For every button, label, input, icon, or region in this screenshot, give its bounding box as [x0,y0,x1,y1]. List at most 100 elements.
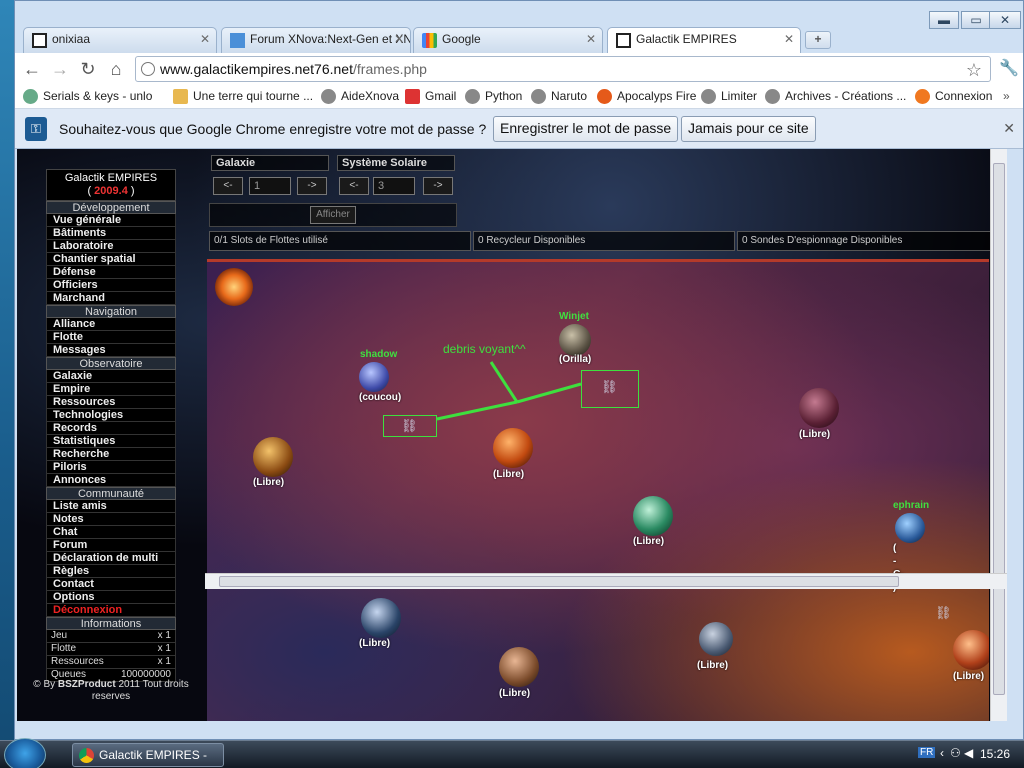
menu-item[interactable]: Messages [46,344,176,357]
planet-label[interactable]: (Libre) [697,660,728,671]
never-save-button[interactable]: Jamais pour ce site [681,116,816,142]
taskbar-window-button[interactable]: Galactik EMPIRES - Go... [72,743,224,767]
bookmark-item[interactable]: AideXnova [321,89,399,104]
debris-field-icon[interactable]: ⛓ [935,605,952,621]
planet[interactable] [699,622,733,656]
vertical-scrollbar[interactable] [990,149,1007,721]
close-icon[interactable]: ✕ [586,32,596,46]
bookmark-item[interactable]: Serials & keys - unlo [23,89,152,104]
menu-item[interactable]: Alliance [46,318,176,331]
menu-item[interactable]: Forum [46,539,176,552]
horizontal-scrollbar[interactable] [205,573,1007,589]
planet-label[interactable]: (Orilla) [559,354,591,365]
minimize-button[interactable]: ▬ [929,11,959,29]
planet-owner[interactable]: Winjet [559,311,589,322]
address-bar[interactable]: www.galactikempires.net76.net/frames.php… [135,56,991,82]
bookmark-item[interactable]: Limiter [701,89,757,104]
close-icon[interactable]: ✕ [784,32,794,46]
planet-label[interactable]: (Libre) [633,536,664,547]
menu-item[interactable]: Records [46,422,176,435]
menu-item[interactable]: Laboratoire [46,240,176,253]
close-window-button[interactable]: ✕ [989,11,1021,29]
menu-item[interactable]: Déclaration de multi [46,552,176,565]
new-tab-button[interactable]: + [805,31,831,49]
planet[interactable] [493,428,533,468]
maximize-button[interactable]: ▭ [961,11,991,29]
close-icon[interactable]: ✕ [1003,120,1015,137]
close-icon[interactable]: ✕ [394,32,404,46]
more-bookmarks-icon[interactable]: » [1003,89,1010,103]
planet-label[interactable]: (Libre) [499,688,530,699]
galaxy-prev-button[interactable]: <- [213,177,243,195]
bookmark-item[interactable]: Une terre qui tourne ... [173,89,313,104]
bookmark-item[interactable]: Connexion [915,89,992,104]
planet[interactable] [953,630,989,670]
scroll-thumb[interactable] [219,576,899,587]
menu-item[interactable]: Notes [46,513,176,526]
planet-label[interactable]: (Libre) [253,477,284,488]
bookmark-item[interactable]: Naruto [531,89,587,104]
system-input[interactable]: 3 [373,177,415,195]
bookmark-item[interactable]: Gmail [405,89,456,104]
planet-label[interactable]: (Libre) [799,429,830,440]
menu-item[interactable]: Défense [46,266,176,279]
menu-item[interactable]: Marchand [46,292,176,305]
tab-google[interactable]: Google ✕ [413,27,603,53]
planet[interactable] [559,324,591,356]
planet[interactable] [359,362,389,392]
menu-item[interactable]: Chantier spatial [46,253,176,266]
menu-item[interactable]: Chat [46,526,176,539]
menu-item[interactable]: Déconnexion [46,604,176,617]
planet-label[interactable]: (Libre) [953,671,984,682]
network-icon[interactable]: ⚇ [950,746,961,760]
debris-field-icon[interactable]: ⛓ [601,379,618,395]
planet[interactable] [633,496,673,536]
menu-item[interactable]: Options [46,591,176,604]
planet-label[interactable]: (Libre) [493,469,524,480]
close-icon[interactable]: ✕ [200,32,210,46]
home-icon[interactable]: ⌂ [105,58,127,80]
galaxy-input[interactable]: 1 [249,177,291,195]
menu-item[interactable]: Contact [46,578,176,591]
menu-item[interactable]: Bâtiments [46,227,176,240]
clock[interactable]: 15:26 [980,747,1010,761]
reload-icon[interactable]: ↻ [77,58,99,80]
menu-item[interactable]: Vue générale [46,214,176,227]
debris-field-icon[interactable]: ⛓ [401,418,418,434]
menu-item[interactable]: Annonces [46,474,176,487]
save-password-button[interactable]: Enregistrer le mot de passe [493,116,679,142]
start-button[interactable] [4,738,46,768]
language-indicator[interactable]: FR [918,747,936,758]
menu-item[interactable]: Flotte [46,331,176,344]
tab-forum[interactable]: Forum XNova:Next-Gen et XNova ✕ [221,27,411,53]
menu-item[interactable]: Liste amis [46,500,176,513]
planet-owner[interactable]: ephrain [893,500,929,511]
menu-item[interactable]: Règles [46,565,176,578]
tab-onixiaa[interactable]: onixiaa ✕ [23,27,217,53]
forward-icon[interactable]: → [49,58,71,80]
planet-owner[interactable]: shadow [360,349,397,360]
planet[interactable] [361,598,401,638]
bookmark-star-icon[interactable]: ☆ [966,58,982,82]
menu-item[interactable]: Officiers [46,279,176,292]
wrench-icon[interactable]: 🔧 [999,58,1019,78]
planet[interactable] [253,437,293,477]
arrow-left-icon[interactable]: ‹ [940,746,944,760]
planet[interactable] [895,513,925,543]
menu-item[interactable]: Recherche [46,448,176,461]
volume-icon[interactable]: ◀ [964,746,973,760]
bookmark-item[interactable]: Apocalyps Fire [597,89,696,104]
planet[interactable] [799,388,839,428]
scroll-thumb[interactable] [993,163,1005,695]
tab-galactik-empires[interactable]: Galactik EMPIRES ✕ [607,27,801,54]
planet-label[interactable]: (coucou) [359,392,401,403]
menu-item[interactable]: Technologies [46,409,176,422]
menu-item[interactable]: Statistiques [46,435,176,448]
planet-label[interactable]: (Libre) [359,638,390,649]
system-next-button[interactable]: -> [423,177,453,195]
menu-item[interactable]: Galaxie [46,370,176,383]
planet[interactable] [499,647,539,687]
back-icon[interactable]: ← [21,58,43,80]
galaxy-next-button[interactable]: -> [297,177,327,195]
menu-item[interactable]: Piloris [46,461,176,474]
